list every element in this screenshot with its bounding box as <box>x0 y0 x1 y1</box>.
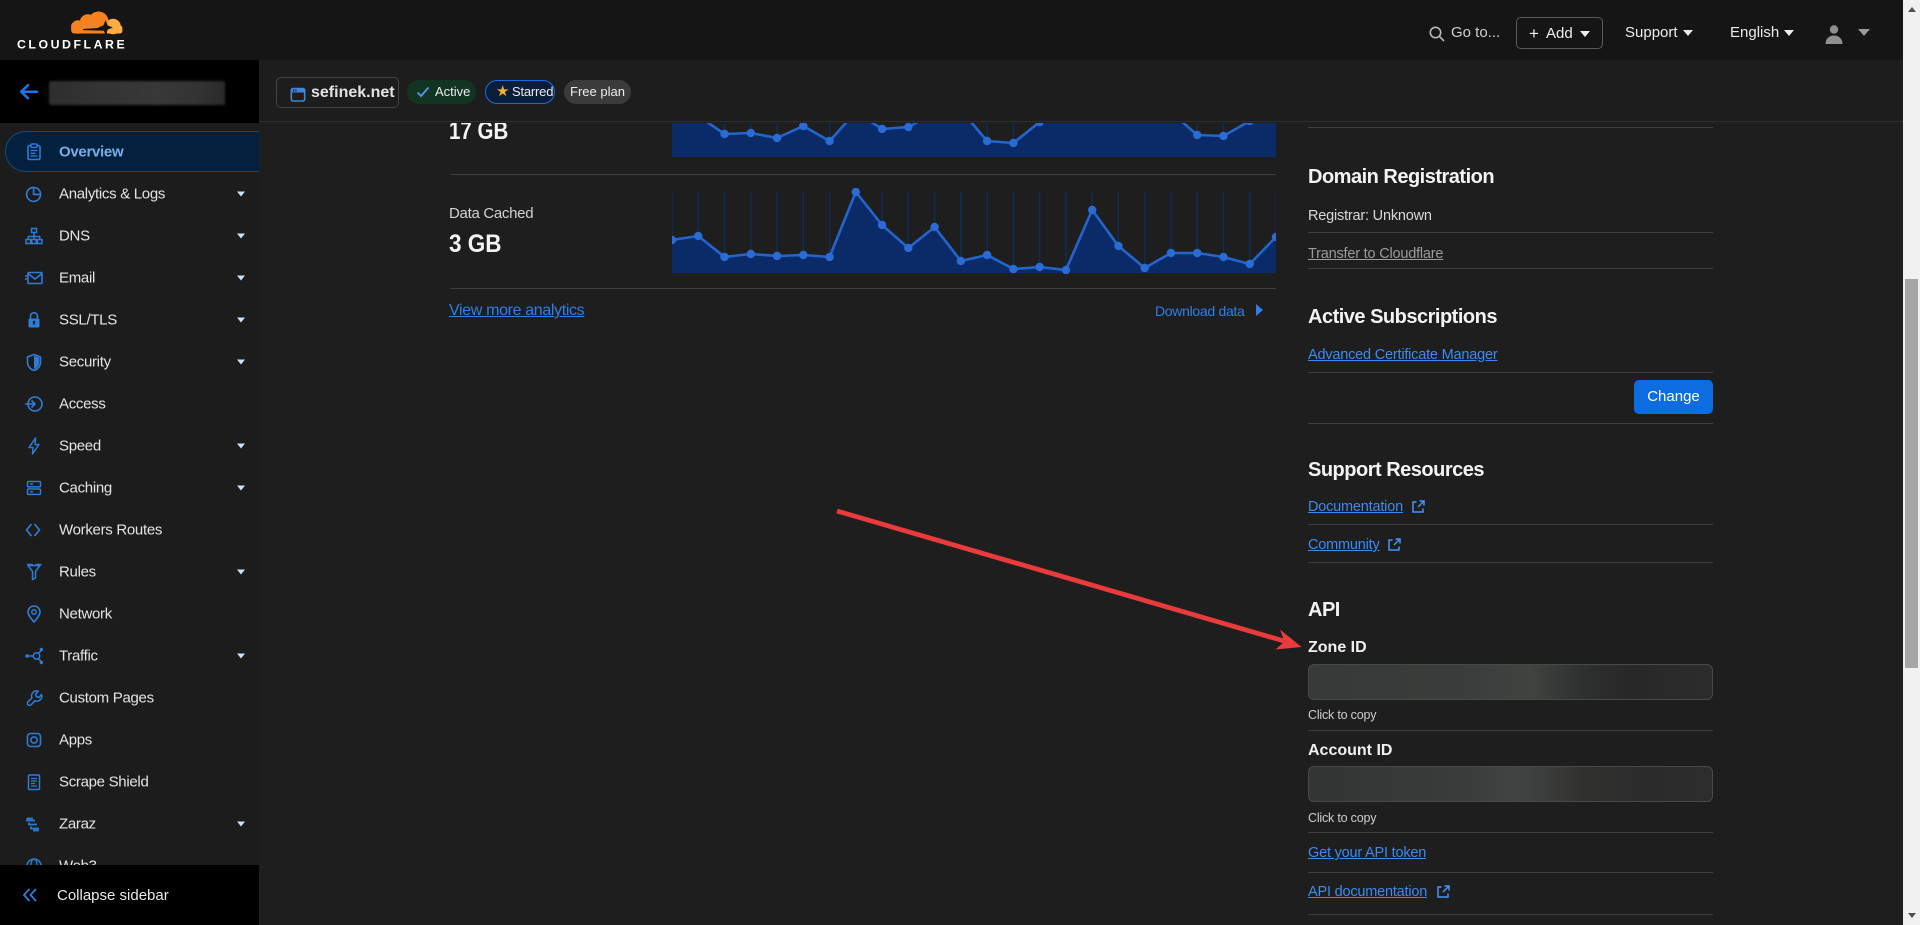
svg-text:CLOUDFLARE: CLOUDFLARE <box>17 38 127 52</box>
